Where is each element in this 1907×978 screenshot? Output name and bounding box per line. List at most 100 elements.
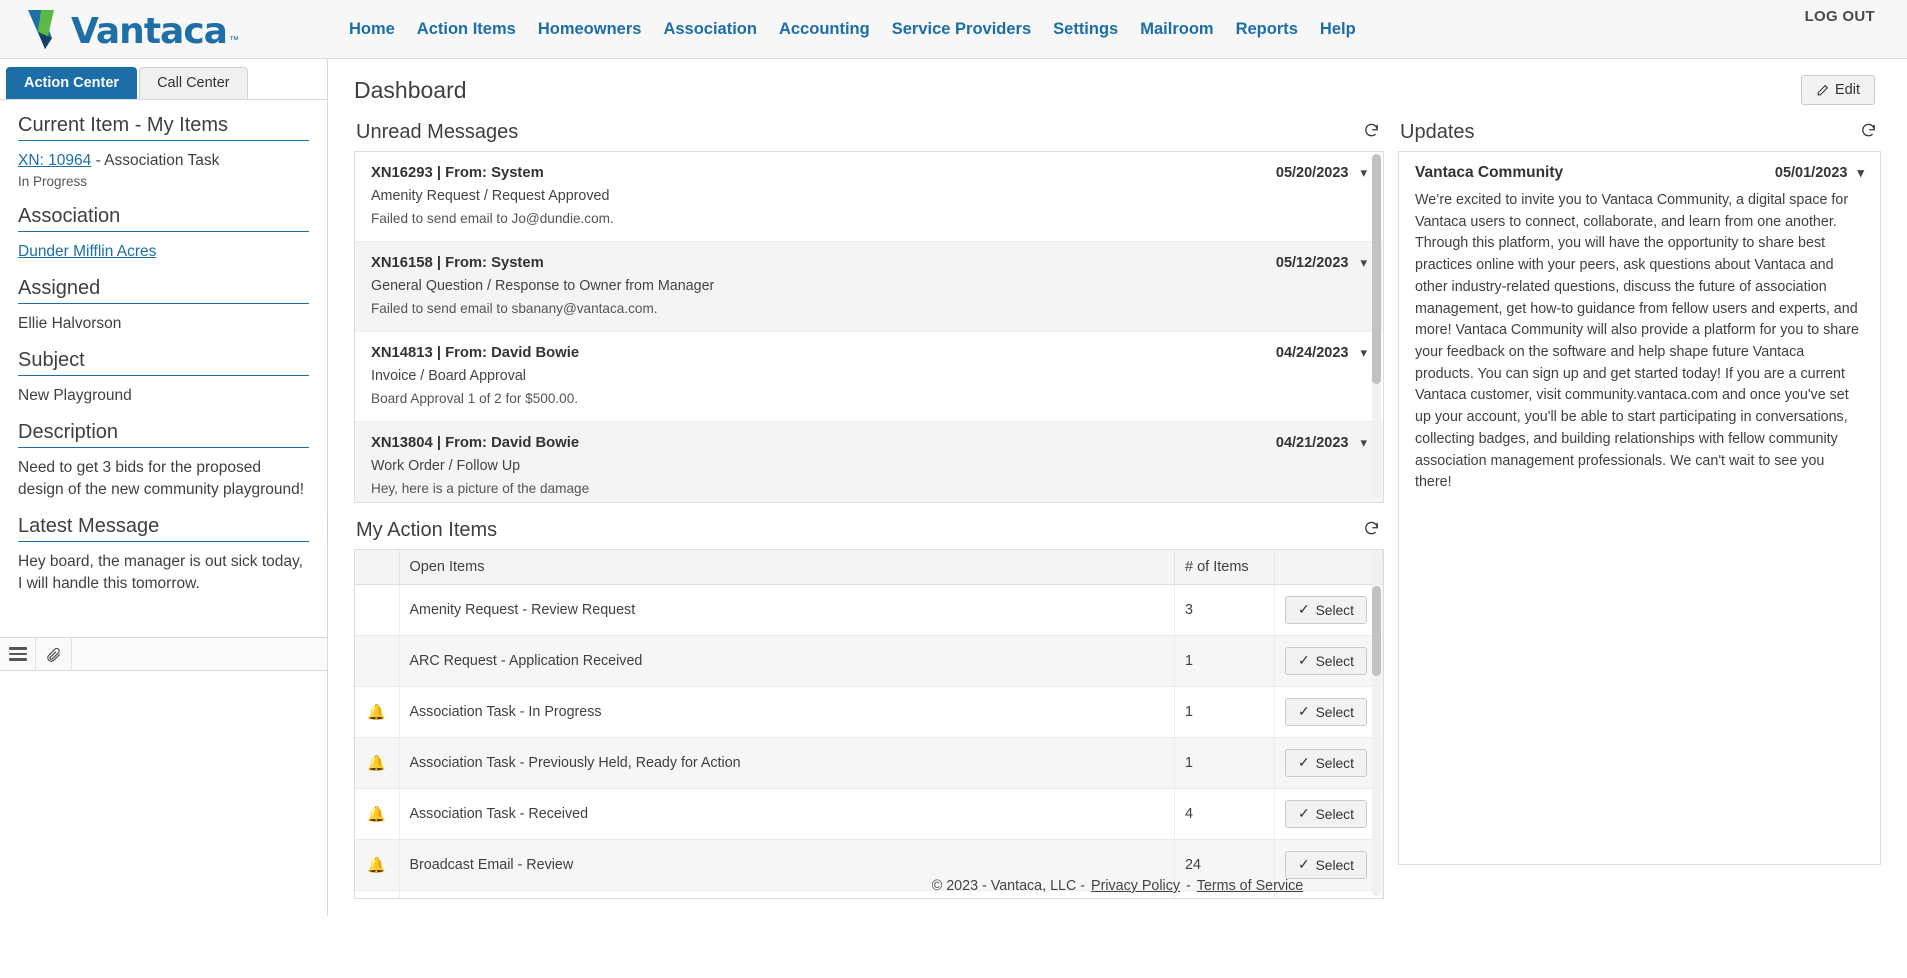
- item-type-label: - Association Task: [96, 152, 220, 169]
- message-row[interactable]: XN16158 | From: System General Question …: [355, 242, 1383, 332]
- current-item-value: XN: 10964 - Association Task In Progress: [18, 150, 309, 191]
- column-open-items: Open Items: [399, 550, 1175, 585]
- left-column: Unread Messages XN16293 | From: System A…: [354, 117, 1384, 899]
- select-cell: ✓ Select: [1275, 636, 1383, 687]
- refresh-action-items-button[interactable]: [1363, 520, 1380, 542]
- nav-item-service-providers[interactable]: Service Providers: [892, 20, 1031, 39]
- check-icon: ✓: [1298, 806, 1310, 822]
- tab-action-center[interactable]: Action Center: [6, 67, 137, 99]
- chevron-down-icon[interactable]: ▾: [1857, 165, 1864, 181]
- vantaca-logo[interactable]: Vantaca ™: [26, 8, 239, 50]
- unread-messages-list[interactable]: XN16293 | From: System Amenity Request /…: [355, 152, 1383, 502]
- chevron-down-icon[interactable]: ▾: [1360, 165, 1367, 181]
- chevron-down-icon[interactable]: ▾: [1360, 435, 1367, 451]
- bell-icon: 🔔: [367, 704, 386, 721]
- subject-heading: Subject: [18, 349, 309, 376]
- select-button[interactable]: ✓ Select: [1285, 647, 1367, 675]
- message-subject: General Question / Response to Owner fro…: [371, 276, 714, 297]
- menu-button[interactable]: [0, 637, 36, 671]
- alert-cell: 🔔: [355, 738, 399, 789]
- bell-icon: 🔔: [367, 755, 386, 772]
- select-button[interactable]: ✓ Select: [1285, 749, 1367, 777]
- nav-item-accounting[interactable]: Accounting: [779, 20, 870, 39]
- chevron-down-icon[interactable]: ▾: [1360, 255, 1367, 271]
- select-button-label: Select: [1316, 654, 1354, 669]
- updates-header: Updates: [1398, 117, 1881, 151]
- select-button[interactable]: ✓ Select: [1285, 698, 1367, 726]
- nav-item-reports[interactable]: Reports: [1236, 20, 1298, 39]
- attachment-button[interactable]: [36, 637, 72, 671]
- message-id: XN13804 | From: David Bowie: [371, 433, 589, 454]
- edit-button[interactable]: Edit: [1801, 75, 1875, 105]
- message-date: 04/24/2023: [1276, 345, 1349, 361]
- privacy-policy-link[interactable]: Privacy Policy: [1091, 878, 1180, 894]
- table-row[interactable]: 🔔 Association Task - In Progress 1 ✓ Sel…: [355, 687, 1383, 738]
- message-id: XN16293 | From: System: [371, 163, 614, 184]
- top-bar: Vantaca ™ Home Action Items Homeowners A…: [0, 0, 1907, 58]
- page-title: Dashboard: [354, 77, 467, 104]
- nav-item-help[interactable]: Help: [1320, 20, 1356, 39]
- item-count: 3: [1175, 585, 1275, 636]
- bell-icon: 🔔: [367, 806, 386, 823]
- edit-button-label: Edit: [1835, 82, 1860, 98]
- select-button-label: Select: [1316, 756, 1354, 771]
- message-row[interactable]: XN14813 | From: David Bowie Invoice / Bo…: [355, 332, 1383, 422]
- message-row[interactable]: XN16293 | From: System Amenity Request /…: [355, 152, 1383, 242]
- app-shell: Action Center Call Center Current Item -…: [0, 58, 1907, 916]
- alert-cell: [355, 636, 399, 687]
- alert-cell: 🔔: [355, 789, 399, 840]
- message-id: XN14813 | From: David Bowie: [371, 343, 579, 364]
- chevron-down-icon[interactable]: ▾: [1360, 345, 1367, 361]
- action-items-scrollbar[interactable]: [1372, 552, 1381, 896]
- page-footer: © 2023 - Vantaca, LLC - Privacy Policy -…: [328, 856, 1907, 916]
- main-content: Dashboard Edit Unread Messages: [328, 59, 1907, 916]
- dashboard-columns: Unread Messages XN16293 | From: System A…: [354, 117, 1881, 899]
- message-preview: Failed to send email to sbanany@vantaca.…: [371, 299, 714, 319]
- select-button[interactable]: ✓ Select: [1285, 800, 1367, 828]
- scrollbar-thumb[interactable]: [1372, 586, 1381, 676]
- refresh-updates-button[interactable]: [1860, 122, 1877, 144]
- action-items-section: My Action Items Open It: [354, 515, 1384, 899]
- nav-item-home[interactable]: Home: [349, 20, 395, 39]
- current-item-heading: Current Item - My Items: [18, 114, 309, 141]
- refresh-messages-button[interactable]: [1363, 122, 1380, 144]
- message-row[interactable]: XN13804 | From: David Bowie Work Order /…: [355, 422, 1383, 502]
- select-cell: ✓ Select: [1275, 585, 1383, 636]
- nav-item-association[interactable]: Association: [663, 20, 757, 39]
- table-row[interactable]: 🔔 Association Task - Previously Held, Re…: [355, 738, 1383, 789]
- refresh-icon: [1363, 520, 1380, 537]
- item-number-link[interactable]: XN: 10964: [18, 152, 91, 169]
- nav-item-action-items[interactable]: Action Items: [417, 20, 516, 39]
- scrollbar-thumb[interactable]: [1372, 154, 1381, 384]
- messages-scrollbar[interactable]: [1372, 154, 1381, 500]
- check-icon: ✓: [1298, 653, 1310, 669]
- footer-separator: -: [1186, 878, 1191, 894]
- item-status-label: In Progress: [18, 172, 309, 191]
- sidebar-footer-toolbar: [0, 637, 327, 671]
- table-row[interactable]: Amenity Request - Review Request 3 ✓ Sel…: [355, 585, 1383, 636]
- open-item-name: Association Task - Previously Held, Read…: [399, 738, 1175, 789]
- right-column: Updates Vantaca Community 05/01/2023 ▾: [1398, 117, 1881, 899]
- update-entry-header[interactable]: Vantaca Community 05/01/2023 ▾: [1399, 152, 1880, 184]
- alert-cell: [355, 585, 399, 636]
- latest-message-heading: Latest Message: [18, 515, 309, 542]
- action-items-table: Open Items # of Items Amenity Request - …: [355, 550, 1383, 899]
- item-count: 1: [1175, 636, 1275, 687]
- update-entry-body: We’re excited to invite you to Vantaca C…: [1399, 184, 1880, 508]
- select-button[interactable]: ✓ Select: [1285, 596, 1367, 624]
- association-link[interactable]: Dunder Mifflin Acres: [18, 243, 156, 260]
- updates-panel: Vantaca Community 05/01/2023 ▾ We’re exc…: [1398, 151, 1881, 865]
- tab-call-center[interactable]: Call Center: [139, 67, 248, 99]
- nav-item-mailroom[interactable]: Mailroom: [1140, 20, 1213, 39]
- open-item-name: Association Task - Received: [399, 789, 1175, 840]
- table-row[interactable]: 🔔 Association Task - Received 4 ✓ Select: [355, 789, 1383, 840]
- pencil-icon: [1816, 84, 1829, 97]
- message-subject: Work Order / Follow Up: [371, 456, 589, 477]
- action-items-panel: Open Items # of Items Amenity Request - …: [354, 549, 1384, 899]
- assigned-value: Ellie Halvorson: [18, 313, 309, 335]
- logout-button[interactable]: LOG OUT: [1805, 8, 1875, 25]
- nav-item-settings[interactable]: Settings: [1053, 20, 1118, 39]
- terms-of-service-link[interactable]: Terms of Service: [1197, 878, 1303, 894]
- table-row[interactable]: ARC Request - Application Received 1 ✓ S…: [355, 636, 1383, 687]
- nav-item-homeowners[interactable]: Homeowners: [538, 20, 642, 39]
